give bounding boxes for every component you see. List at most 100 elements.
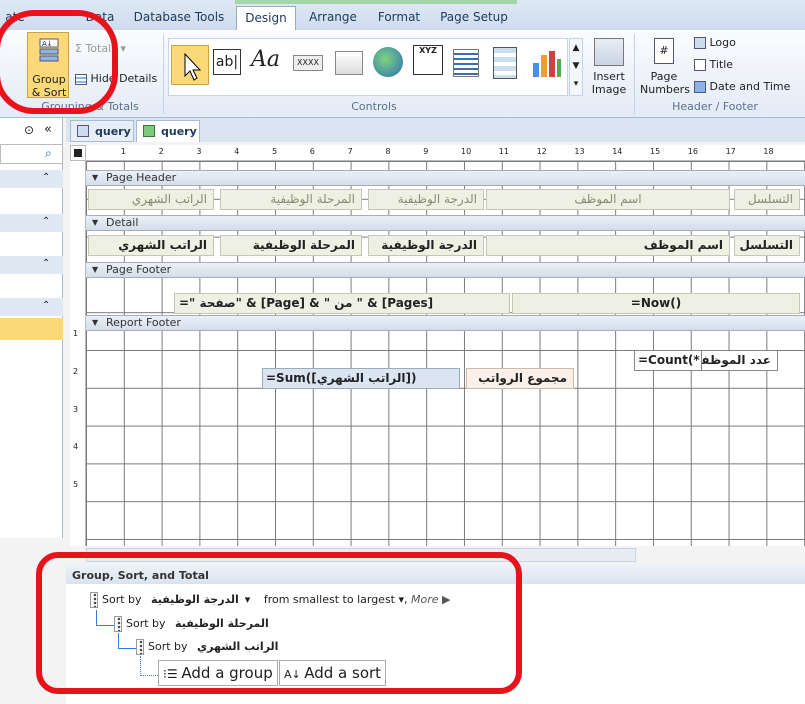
insert-image-button[interactable]: Insert Image: [588, 32, 630, 98]
chart-control-icon[interactable]: [531, 49, 561, 79]
vruler-mark: 3: [73, 404, 79, 414]
ruler-mark: 9: [423, 147, 429, 156]
ribbon-separator-2: [634, 34, 635, 114]
combo-box-control-icon[interactable]: [493, 47, 517, 79]
ruler-mark: 7: [347, 147, 353, 156]
vruler-mark: 5: [73, 480, 79, 490]
detail-field-employee-name[interactable]: اسم الموظف: [486, 235, 730, 256]
ruler-mark: 8: [385, 147, 391, 156]
nav-selected-item[interactable]: [0, 318, 63, 340]
report-footer-count-label[interactable]: عدد الموظفين: [700, 350, 778, 371]
section-report-footer[interactable]: Report Footer: [86, 315, 805, 331]
nav-collapse-icon[interactable]: «: [44, 122, 52, 137]
collapse-icon: ⌃: [42, 258, 51, 269]
hyperlink-globe-icon[interactable]: [373, 47, 403, 77]
title-button[interactable]: Title: [694, 58, 733, 71]
header-label-job-stage[interactable]: المرحلة الوظيفية: [220, 189, 362, 210]
report-footer-count-field[interactable]: =Count(*): [634, 350, 702, 371]
section-page-header[interactable]: Page Header: [86, 170, 805, 186]
header-label-employee-name[interactable]: اسم الموظف: [486, 189, 730, 210]
ruler-mark: 17: [725, 147, 736, 156]
tab-page-setup[interactable]: Page Setup: [434, 6, 514, 30]
tab-control-icon[interactable]: [335, 51, 363, 75]
title-icon: [694, 59, 706, 71]
tab-design[interactable]: Design: [236, 6, 296, 30]
page-number-icon: #: [654, 38, 674, 64]
date-time-icon: [694, 81, 706, 93]
detail-field-serial[interactable]: التسلسل: [734, 235, 800, 256]
label-control-icon[interactable]: Aa: [251, 47, 280, 72]
horizontal-ruler: 1 2 3 4 5 6 7 8 9 10 11 12 13 14 15 16 17 18: [86, 145, 805, 161]
nav-group-tables[interactable]: ⌃: [0, 170, 63, 188]
vertical-ruler: 1 2 3 4 5: [70, 161, 86, 546]
controls-gallery: ab| Aa XXXX XYZ: [168, 38, 568, 96]
highlight-ring-group-sort: [0, 10, 118, 114]
ribbon: A↓ Group & Sort Σ Totals ▾ Hide Details …: [0, 30, 805, 118]
ruler-mark: 15: [650, 147, 661, 156]
vruler-mark: 4: [73, 442, 79, 452]
header-footer-group-label: Header / Footer: [672, 100, 758, 113]
report-footer-sum-field[interactable]: =Sum([الراتب الشهري]): [262, 368, 460, 389]
ruler-mark: 11: [498, 147, 509, 156]
query-icon: [77, 125, 89, 137]
date-time-button[interactable]: Date and Time: [694, 80, 790, 93]
nav-menu-icon[interactable]: ⊙: [24, 123, 34, 137]
doc-tab-query-1[interactable]: query: [70, 120, 134, 142]
page-footer-page-expression[interactable]: =" صفحة" & [Page] & " من " & [Pages]: [174, 293, 510, 314]
nav-header: ⊙ «: [0, 122, 63, 140]
ruler-mark: 18: [763, 147, 774, 156]
ruler-mark: 6: [309, 147, 315, 156]
ruler-mark: 12: [536, 147, 547, 156]
select-arrow-icon: [184, 52, 202, 81]
controls-group-label: Controls: [351, 100, 397, 113]
web-browser-control-icon[interactable]: XYZ: [413, 45, 443, 75]
vruler-mark: 2: [73, 366, 79, 376]
ruler-mark: 13: [574, 147, 585, 156]
report-icon: [143, 125, 155, 137]
header-label-job-grade[interactable]: الدرجة الوظيفية: [368, 189, 484, 210]
doc-tab-query-2[interactable]: query: [136, 120, 200, 142]
logo-button[interactable]: Logo: [694, 36, 736, 49]
detail-field-job-grade[interactable]: الدرجة الوظيفية: [368, 235, 484, 256]
navigation-control-icon[interactable]: [453, 49, 479, 77]
page-numbers-button[interactable]: # Page Numbers: [640, 32, 690, 98]
ruler-mark: 16: [687, 147, 698, 156]
tab-format[interactable]: Format: [370, 6, 428, 30]
header-label-serial[interactable]: التسلسل: [734, 189, 800, 210]
tab-database-tools[interactable]: Database Tools: [128, 6, 230, 30]
text-box-control-icon[interactable]: ab|: [213, 49, 241, 75]
image-icon: [594, 38, 624, 66]
logo-icon: [694, 37, 706, 49]
search-icon: ⌕: [45, 146, 52, 160]
nav-group-reports[interactable]: ⌃: [0, 298, 63, 316]
ruler-mark: 14: [612, 147, 623, 156]
ruler-mark: 3: [196, 147, 202, 156]
report-selector[interactable]: [70, 145, 86, 161]
vruler-mark: 1: [73, 329, 79, 338]
detail-field-job-stage[interactable]: المرحلة الوظيفية: [220, 235, 362, 256]
highlight-ring-group-sort-pane: [36, 552, 522, 694]
gallery-scroll[interactable]: ▲ ▼ ▾: [569, 38, 583, 96]
section-page-footer[interactable]: Page Footer: [86, 262, 805, 278]
report-footer-sum-label[interactable]: مجموع الرواتب: [466, 368, 574, 389]
header-label-monthly-salary[interactable]: الراتب الشهري: [88, 189, 214, 210]
ruler-mark: 10: [461, 147, 472, 156]
nav-group-queries[interactable]: ⌃: [0, 214, 63, 232]
ruler-mark: 4: [234, 147, 240, 156]
ruler-mark: 5: [272, 147, 278, 156]
nav-search-input[interactable]: ⌕: [0, 144, 63, 164]
select-control[interactable]: [171, 45, 209, 85]
context-tab-band: [235, 0, 517, 4]
section-detail[interactable]: Detail: [86, 215, 805, 231]
navigation-pane: ⊙ « ⌕ ⌃ ⌃ ⌃ ⌃: [0, 118, 63, 538]
collapse-icon: ⌃: [42, 216, 51, 227]
tab-arrange[interactable]: Arrange: [302, 6, 364, 30]
ribbon-separator: [163, 34, 164, 114]
detail-field-monthly-salary[interactable]: الراتب الشهري: [88, 235, 214, 256]
button-control-icon[interactable]: XXXX: [293, 55, 323, 71]
nav-group-forms[interactable]: ⌃: [0, 256, 63, 274]
ruler-mark: 2: [158, 147, 164, 156]
collapse-icon: ⌃: [42, 172, 51, 183]
page-footer-now-expression[interactable]: =Now(): [512, 293, 800, 314]
collapse-icon: ⌃: [42, 300, 51, 311]
